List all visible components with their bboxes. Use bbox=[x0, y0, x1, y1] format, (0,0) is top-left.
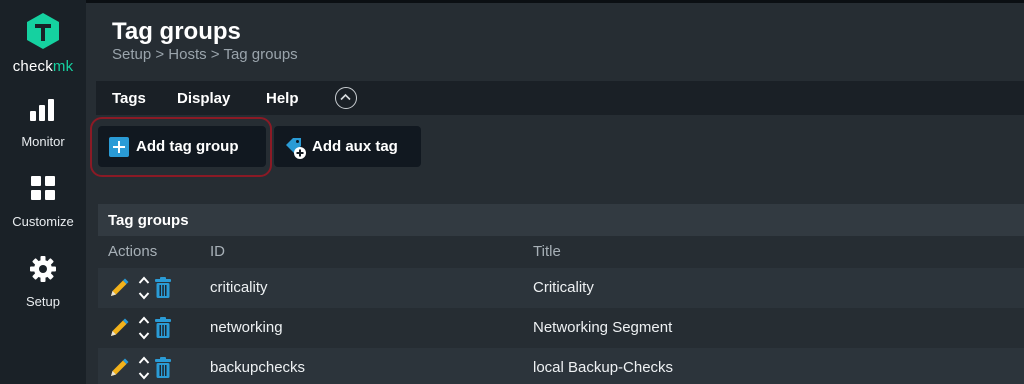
menu-help[interactable]: Help bbox=[266, 90, 299, 107]
cell-id: networking bbox=[210, 319, 283, 336]
sidebar-item-label: Setup bbox=[26, 294, 60, 309]
edit-pencil-icon[interactable] bbox=[108, 317, 130, 339]
table-row: networking Networking Segment bbox=[98, 308, 1024, 348]
breadcrumb[interactable]: Setup > Hosts > Tag groups bbox=[112, 46, 298, 63]
logo-text: checkmk bbox=[12, 58, 74, 75]
checkmk-logo[interactable]: checkmk bbox=[0, 10, 86, 76]
tag-add-icon bbox=[286, 138, 306, 159]
page-menu-bar: Tags Display Help bbox=[96, 81, 1024, 115]
delete-trash-icon[interactable] bbox=[154, 357, 172, 379]
edit-pencil-icon[interactable] bbox=[108, 277, 130, 299]
move-up-down-icon[interactable] bbox=[138, 275, 150, 301]
add-tag-group-button[interactable]: Add tag group bbox=[98, 126, 266, 167]
add-tag-group-label: Add tag group bbox=[136, 138, 239, 155]
table-title-bar[interactable]: Tag groups bbox=[98, 204, 1024, 236]
table-row: criticality Criticality bbox=[98, 268, 1024, 308]
cell-id: criticality bbox=[210, 279, 268, 296]
menu-display[interactable]: Display bbox=[177, 90, 230, 107]
cell-title: local Backup-Checks bbox=[533, 359, 674, 376]
delete-trash-icon[interactable] bbox=[154, 317, 172, 339]
sidebar-item-setup[interactable]: Setup bbox=[0, 256, 86, 326]
cell-id: backupchecks bbox=[210, 359, 306, 376]
edit-pencil-icon[interactable] bbox=[108, 357, 130, 379]
move-up-down-icon[interactable] bbox=[138, 315, 150, 341]
gear-icon bbox=[30, 256, 56, 282]
column-header-actions: Actions bbox=[108, 243, 158, 260]
add-aux-tag-label: Add aux tag bbox=[312, 138, 398, 155]
move-up-down-icon[interactable] bbox=[138, 355, 150, 381]
column-header-id[interactable]: ID bbox=[210, 243, 225, 260]
sidebar-item-label: Monitor bbox=[21, 134, 65, 149]
table-title: Tag groups bbox=[108, 212, 189, 229]
menu-tags[interactable]: Tags bbox=[112, 90, 146, 107]
chevron-up-circle-icon[interactable] bbox=[335, 87, 357, 109]
cell-title: Networking Segment bbox=[533, 319, 673, 336]
delete-trash-icon[interactable] bbox=[154, 277, 172, 299]
column-header-title[interactable]: Title bbox=[533, 243, 561, 260]
sidebar-item-label: Customize bbox=[12, 214, 74, 229]
sidebar: checkmk Monitor Customize Setup bbox=[0, 0, 86, 384]
checkmk-logo-icon bbox=[27, 13, 59, 49]
table-row: backupchecks local Backup-Checks bbox=[98, 348, 1024, 384]
add-aux-tag-button[interactable]: Add aux tag bbox=[274, 126, 421, 167]
bar-chart-icon bbox=[30, 99, 54, 121]
page-title: Tag groups bbox=[112, 18, 241, 45]
cell-title: Criticality bbox=[533, 279, 594, 296]
grid-icon bbox=[31, 176, 55, 200]
sidebar-item-monitor[interactable]: Monitor bbox=[0, 96, 86, 166]
top-border bbox=[86, 0, 1024, 3]
plus-square-icon bbox=[109, 137, 129, 157]
main-content: Tag groups Setup > Hosts > Tag groups Ta… bbox=[86, 0, 1024, 384]
sidebar-item-customize[interactable]: Customize bbox=[0, 176, 86, 246]
